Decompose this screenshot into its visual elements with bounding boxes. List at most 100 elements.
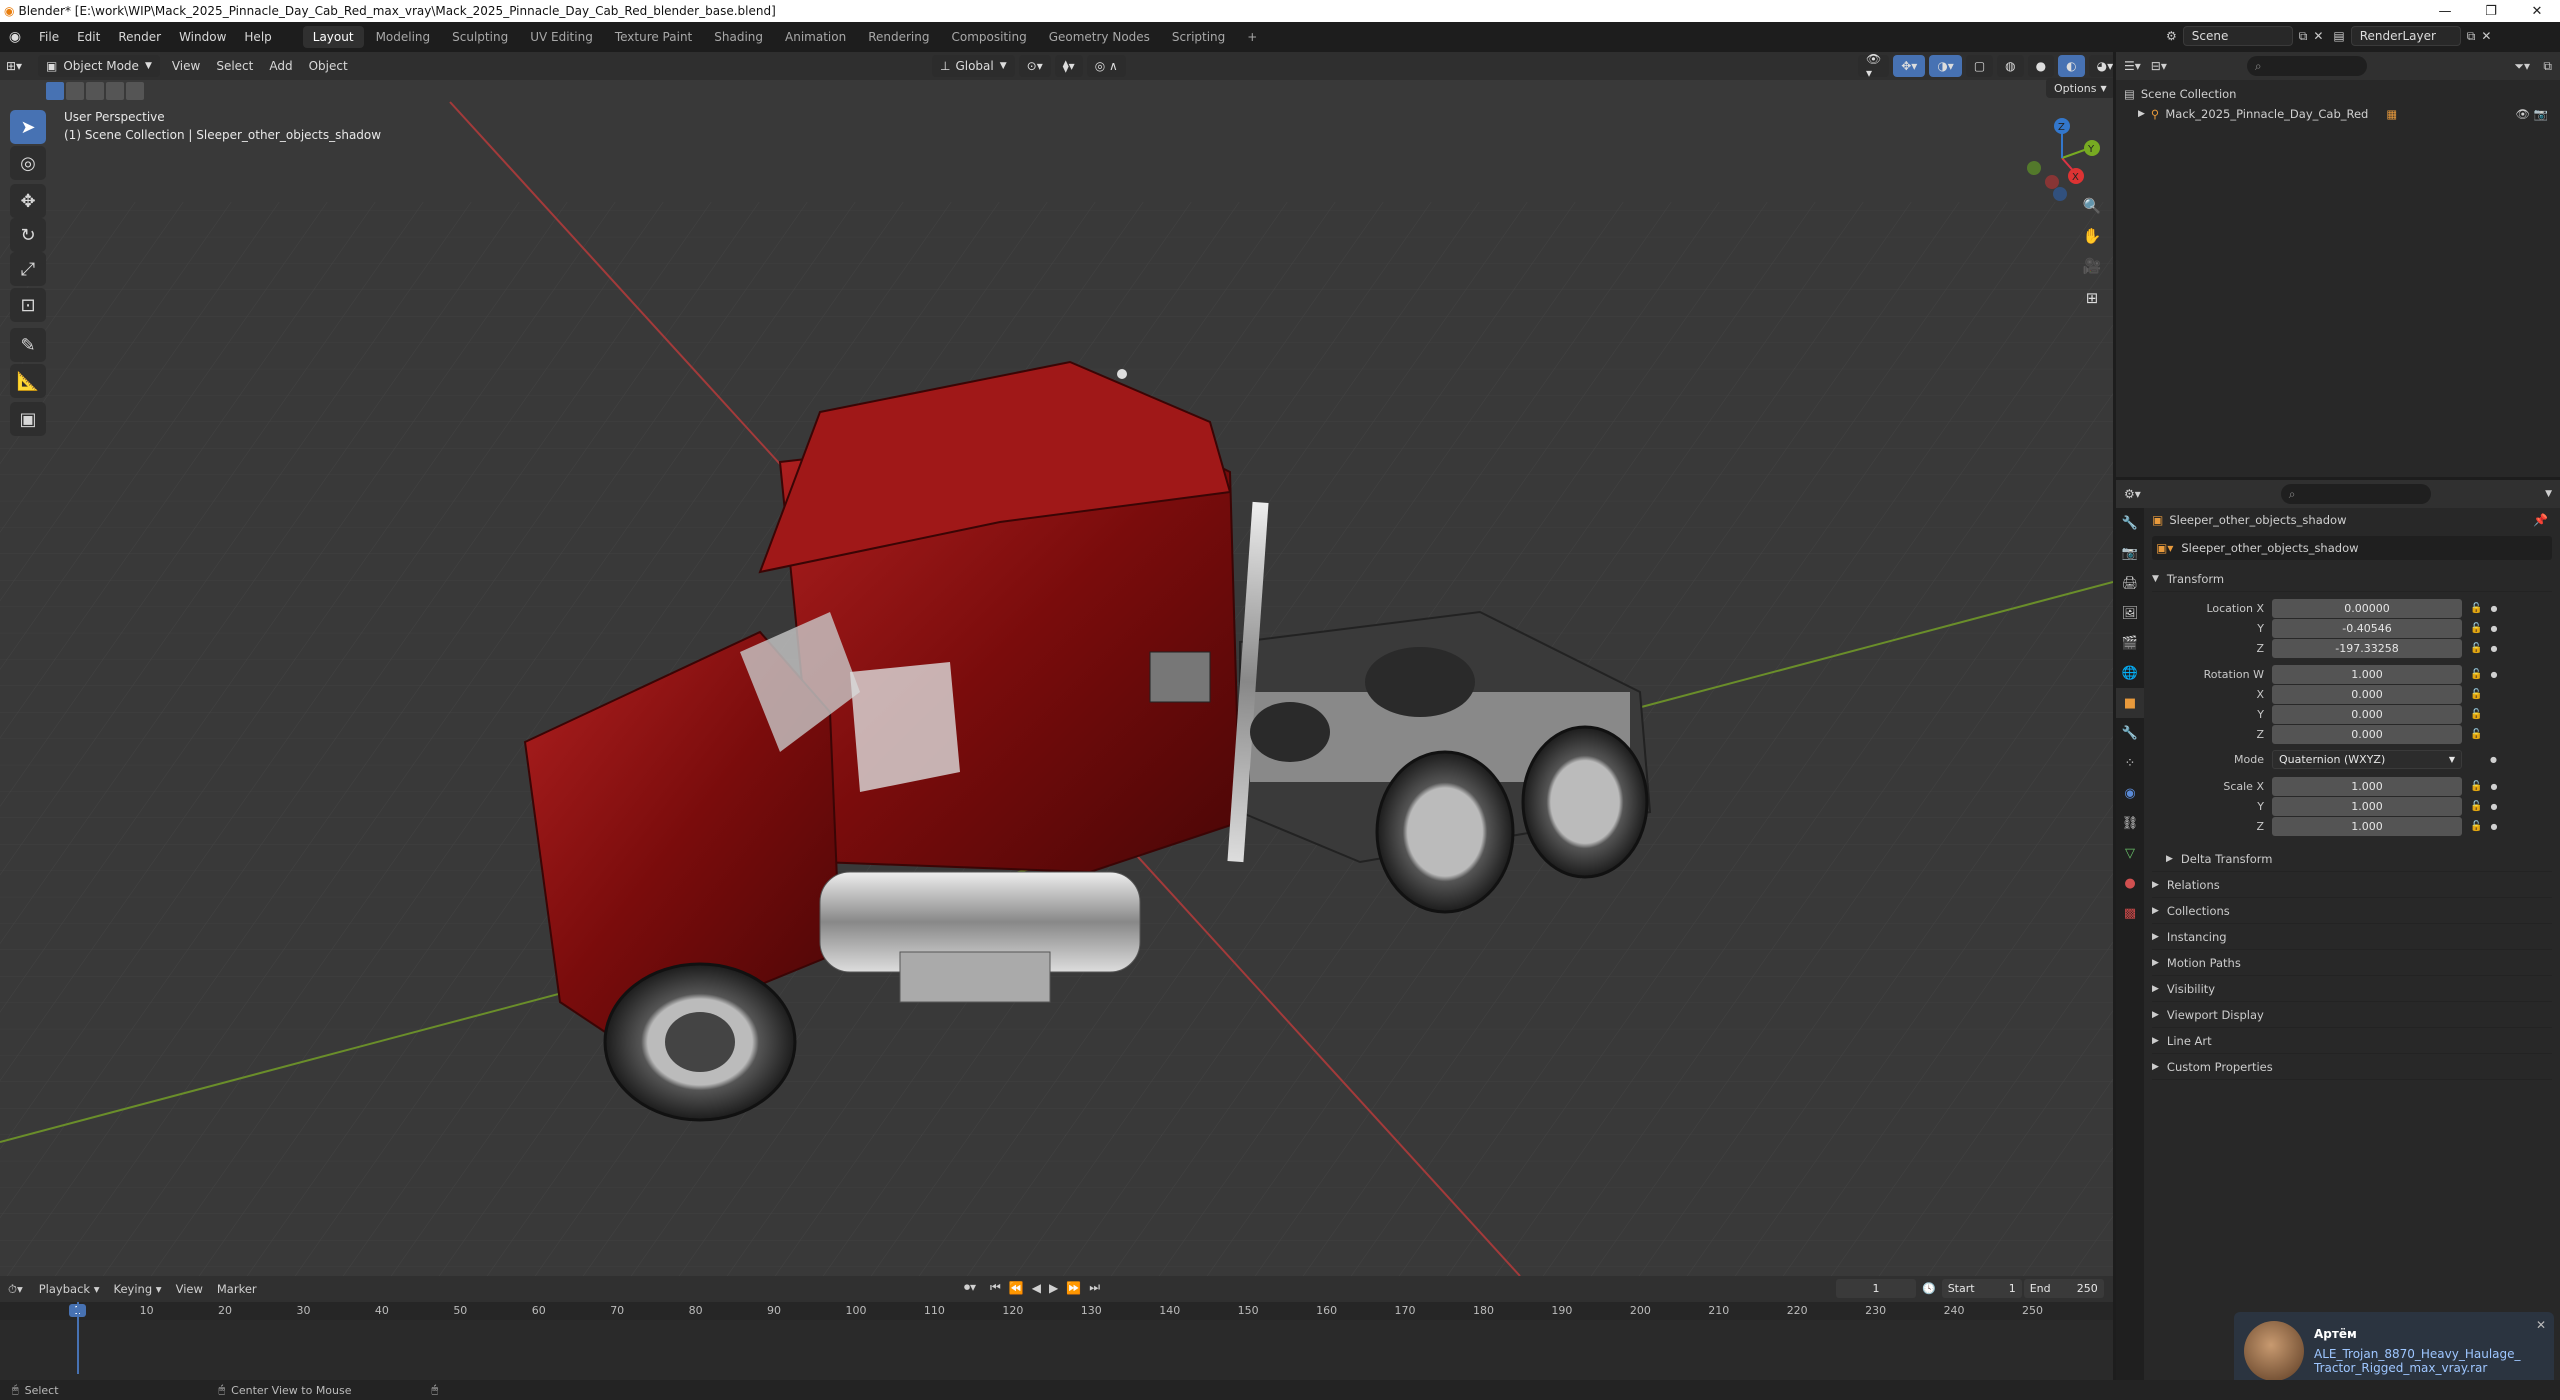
modifier-tab-icon[interactable]: 🔧 xyxy=(2116,718,2144,748)
xray-icon[interactable]: ▢ xyxy=(1965,55,1994,77)
add-workspace-icon[interactable]: + xyxy=(1237,26,1267,48)
panel-viewport-display[interactable]: ▶ Viewport Display xyxy=(2152,1002,2552,1028)
timeline-menu-marker[interactable]: Marker xyxy=(217,1282,257,1296)
select-intersect-icon[interactable] xyxy=(126,82,144,100)
tool-annotate[interactable]: ✎ xyxy=(10,328,46,362)
snap-icon[interactable]: ⧫▾ xyxy=(1054,55,1083,77)
3d-viewport[interactable]: ⊞▾ ▣ Object Mode ▼ View Select Add Objec… xyxy=(0,52,2113,1276)
menu-help[interactable]: Help xyxy=(235,22,280,52)
object-tab-icon[interactable]: ■ xyxy=(2116,688,2144,718)
menu-file[interactable]: File xyxy=(30,22,68,52)
overlay-toggle-icon[interactable]: ◑▾ xyxy=(1929,55,1962,77)
lock-icon[interactable]: 🔓 xyxy=(2470,623,2482,634)
keyframe-dot-icon[interactable]: ● xyxy=(2490,644,2497,653)
location-x-field[interactable]: 0.00000 xyxy=(2272,598,2462,618)
tool-measure[interactable]: 📐 xyxy=(10,364,46,398)
keyframe-dot-icon[interactable]: ● xyxy=(2490,782,2497,791)
gizmo-neg-x[interactable] xyxy=(2045,175,2059,189)
scale-y-field[interactable]: 1.000 xyxy=(2272,796,2462,816)
scene-icon[interactable]: ⚙ xyxy=(2166,29,2177,43)
select-new-icon[interactable] xyxy=(46,82,64,100)
tab-geometry-nodes[interactable]: Geometry Nodes xyxy=(1039,26,1160,48)
options-button[interactable]: Options ▼ xyxy=(2046,78,2113,98)
tab-rendering[interactable]: Rendering xyxy=(858,26,939,48)
minimize-button[interactable]: — xyxy=(2422,0,2468,22)
particles-tab-icon[interactable]: ⁘ xyxy=(2116,748,2144,778)
editor-type-icon[interactable]: ⊞▾ xyxy=(6,59,38,73)
lock-icon[interactable]: 🔓 xyxy=(2470,781,2482,792)
viewport-menu-add[interactable]: Add xyxy=(261,59,300,73)
clock-icon[interactable]: 🕓 xyxy=(1922,1282,1936,1295)
view-layer-selector[interactable]: RenderLayer xyxy=(2350,26,2461,46)
expand-arrow-icon[interactable]: ▶ xyxy=(2138,109,2145,119)
perspective-toggle-icon[interactable]: ⊞ xyxy=(2078,284,2106,312)
select-subtract-icon[interactable] xyxy=(86,82,104,100)
menu-render[interactable]: Render xyxy=(109,22,170,52)
play-reverse-icon[interactable]: ◀ xyxy=(1032,1281,1041,1295)
editor-type-icon[interactable]: ⚙▾ xyxy=(2124,487,2141,501)
view-layer-icon[interactable]: ▤ xyxy=(2333,29,2344,43)
rotation-z-field[interactable]: 0.000 xyxy=(2272,724,2462,744)
viewport-menu-select[interactable]: Select xyxy=(208,59,261,73)
tool-add-cube[interactable]: ▣ xyxy=(10,402,46,436)
record-keyframe-icon[interactable]: ⏺▾ xyxy=(964,1280,976,1295)
lock-icon[interactable]: 🔓 xyxy=(2470,729,2482,740)
close-window-button[interactable]: ✕ xyxy=(2514,0,2560,22)
new-scene-icon[interactable]: ⧉ xyxy=(2299,29,2308,44)
shading-rendered-icon[interactable]: ◕▾ xyxy=(2088,55,2113,77)
tool-transform[interactable]: ⊡ xyxy=(10,288,46,322)
end-frame-field[interactable]: End 250 xyxy=(2023,1279,2104,1298)
transform-orientation-selector[interactable]: ⊥ Global ▼ xyxy=(932,55,1015,77)
pan-hand-icon[interactable]: ✋ xyxy=(2078,222,2106,250)
gizmo-toggle-icon[interactable]: ✥▾ xyxy=(1893,55,1926,77)
location-y-field[interactable]: -0.40546 xyxy=(2272,618,2462,638)
gizmo-neg-y[interactable] xyxy=(2027,161,2041,175)
viewport-menu-object[interactable]: Object xyxy=(301,59,356,73)
editor-type-icon[interactable]: ☰▾ xyxy=(2124,59,2141,73)
render-camera-icon[interactable]: 📷 xyxy=(2534,107,2548,121)
editor-type-icon[interactable]: ⏱▾ xyxy=(8,1282,23,1297)
current-frame-field[interactable]: 1 xyxy=(1836,1279,1916,1298)
location-z-field[interactable]: -197.33258 xyxy=(2272,638,2462,658)
delta-transform-header[interactable]: ▶ Delta Transform xyxy=(2152,846,2552,872)
timeline-menu-playback[interactable]: Playback ▾ xyxy=(39,1282,100,1296)
outliner-search-input[interactable]: ⌕ xyxy=(2246,56,2367,76)
mode-selector[interactable]: ▣ Object Mode ▼ xyxy=(38,55,160,77)
tab-compositing[interactable]: Compositing xyxy=(941,26,1036,48)
tab-scripting[interactable]: Scripting xyxy=(1162,26,1235,48)
tab-modeling[interactable]: Modeling xyxy=(366,26,441,48)
shading-material-icon[interactable]: ◐ xyxy=(2058,55,2085,77)
render-tab-icon[interactable]: 📷 xyxy=(2116,538,2144,568)
panel-instancing[interactable]: ▶ Instancing xyxy=(2152,924,2552,950)
timeline-menu-view[interactable]: View xyxy=(176,1282,203,1296)
view-layer-tab-icon[interactable]: 🖼 xyxy=(2116,598,2144,628)
lock-icon[interactable]: 🔓 xyxy=(2470,689,2482,700)
outliner-scene-collection[interactable]: ▤ Scene Collection xyxy=(2124,84,2552,104)
jump-end-icon[interactable]: ⏭ xyxy=(1089,1280,1100,1295)
visibility-icon[interactable]: 👁▾ xyxy=(1858,52,1890,80)
scale-z-field[interactable]: 1.000 xyxy=(2272,816,2462,836)
tool-select-box[interactable]: ➤ xyxy=(10,110,46,144)
maximize-button[interactable]: ❐ xyxy=(2468,0,2514,22)
display-mode-icon[interactable]: ⊟▾ xyxy=(2151,59,2167,73)
material-tab-icon[interactable]: ● xyxy=(2116,868,2144,898)
pivot-point-icon[interactable]: ⊙▾ xyxy=(1018,55,1051,77)
start-frame-field[interactable]: Start 1 xyxy=(1941,1279,2022,1298)
delete-scene-icon[interactable]: ✕ xyxy=(2313,29,2323,43)
lock-icon[interactable]: 🔓 xyxy=(2470,709,2482,720)
new-view-layer-icon[interactable]: ⧉ xyxy=(2467,29,2476,44)
timeline-menu-keying[interactable]: Keying ▾ xyxy=(114,1282,162,1296)
shading-wireframe-icon[interactable]: ◍ xyxy=(1997,55,2024,77)
output-tab-icon[interactable]: 🖨 xyxy=(2116,568,2144,598)
jump-start-icon[interactable]: ⏮ xyxy=(990,1280,1001,1295)
rotation-y-field[interactable]: 0.000 xyxy=(2272,704,2462,724)
eye-visibility-icon[interactable]: 👁 xyxy=(2515,107,2530,121)
constraints-tab-icon[interactable]: ⛓ xyxy=(2116,808,2144,838)
panel-collections[interactable]: ▶ Collections xyxy=(2152,898,2552,924)
lock-icon[interactable]: 🔓 xyxy=(2470,603,2482,614)
world-tab-icon[interactable]: 🌐 xyxy=(2116,658,2144,688)
chat-notification[interactable]: Артём ALE_Trojan_8870_Heavy_Haulage_ Tra… xyxy=(2234,1312,2554,1390)
pin-icon[interactable]: 📌 xyxy=(2533,513,2548,527)
panel-relations[interactable]: ▶ Relations xyxy=(2152,872,2552,898)
tab-uv-editing[interactable]: UV Editing xyxy=(520,26,603,48)
